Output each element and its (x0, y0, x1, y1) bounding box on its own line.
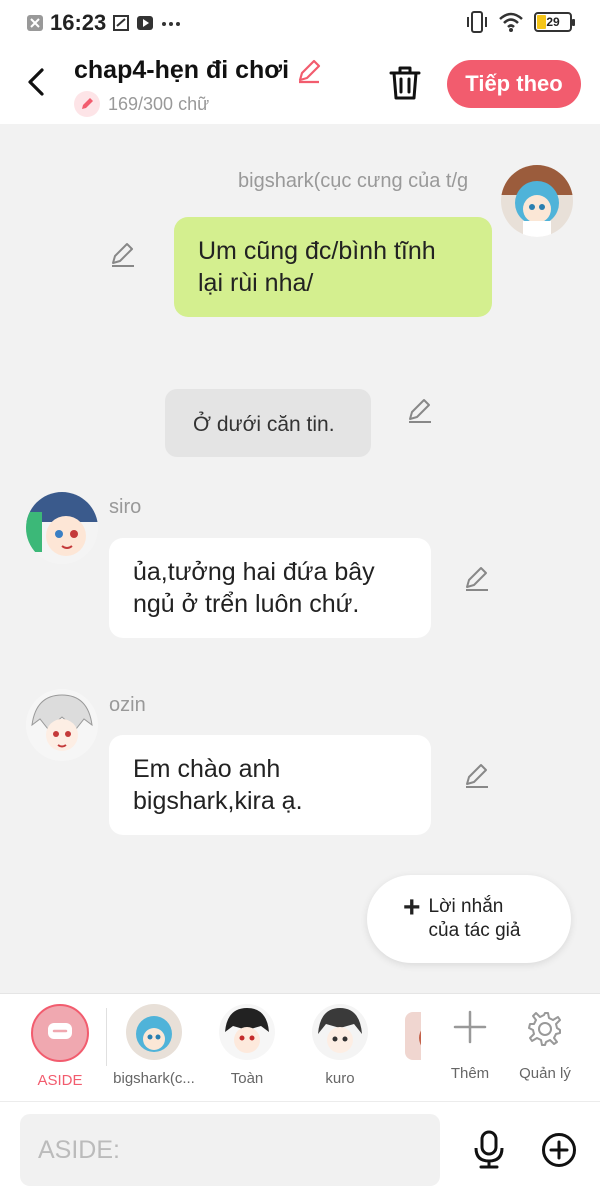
chapter-title[interactable]: chap4-hẹn đi chơi (74, 56, 323, 85)
character-avatar-partial[interactable] (405, 1012, 421, 1060)
add-note-plus-icon: + (403, 891, 421, 924)
chat-bubble-icon (48, 1023, 72, 1039)
aside-avatar (31, 1004, 89, 1062)
manage-button[interactable]: Quản lý (500, 1004, 590, 1082)
plus-icon (453, 1010, 487, 1044)
character-label: kuro (325, 1070, 355, 1087)
speaker-name: ozin (109, 694, 146, 716)
character-label: ASIDE (37, 1072, 83, 1089)
character-kuro[interactable]: kuro (295, 1004, 385, 1087)
character-toan[interactable]: Toàn (202, 1004, 292, 1087)
message-input[interactable] (20, 1114, 440, 1186)
battery-level: 29 (546, 15, 560, 29)
back-arrow-icon[interactable] (22, 64, 52, 100)
character-bigshark[interactable]: bigshark(c... (109, 1004, 199, 1087)
speaker-name: bigshark(cục cưng của t/g (238, 170, 469, 192)
word-count-pen-icon (74, 91, 100, 117)
add-circle-icon[interactable] (541, 1132, 577, 1168)
screenshot-icon (113, 15, 130, 31)
status-bar: 16:23 29 (0, 0, 600, 46)
character-aside[interactable]: ASIDE (15, 1004, 105, 1089)
trash-icon[interactable] (388, 64, 422, 102)
microphone-icon[interactable] (471, 1130, 507, 1170)
edit-message-pencil-icon[interactable] (109, 241, 137, 269)
edit-message-pencil-icon[interactable] (463, 565, 491, 593)
message-bubble[interactable]: ủa,tưởng hai đứa bây ngủ ở trển luôn chứ… (109, 538, 431, 638)
input-bar (0, 1101, 600, 1197)
character-bar: ASIDE bigshark(c... Toàn kuro Thêm Quản … (0, 993, 600, 1101)
notification-x-icon (27, 15, 43, 31)
edit-message-pencil-icon[interactable] (406, 397, 434, 425)
message-bubble[interactable]: Um cũng đc/bình tĩnh lại rùi nha/ (174, 217, 492, 317)
character-divider (106, 1008, 107, 1066)
character-label: bigshark(c... (113, 1070, 195, 1087)
author-note-label: Lời nhắn của tác giả (428, 896, 521, 941)
character-avatar (312, 1004, 368, 1060)
more-dots-icon (162, 22, 181, 26)
avatar-ozin[interactable] (26, 689, 98, 761)
aside-bubble[interactable]: Ở dưới căn tin. (165, 389, 371, 457)
youtube-icon (137, 16, 154, 30)
avatar-siro[interactable] (26, 492, 98, 564)
speaker-name: siro (109, 496, 142, 518)
avatar-bigshark[interactable] (501, 165, 573, 237)
next-button[interactable]: Tiếp theo (447, 60, 581, 108)
author-note-button[interactable]: + Lời nhắn của tác giả (367, 875, 571, 963)
vibrate-icon (467, 11, 487, 33)
battery-indicator: 29 (534, 12, 575, 32)
status-left: 16:23 (26, 10, 182, 36)
chapter-title-text: chap4-hẹn đi chơi (74, 56, 290, 84)
word-count: 169/300 chữ (108, 93, 210, 114)
status-time: 16:23 (50, 10, 107, 35)
edit-message-pencil-icon[interactable] (463, 762, 491, 790)
message-bubble[interactable]: Em chào anh bigshark,kira ạ. (109, 735, 431, 835)
editor-header: chap4-hẹn đi chơi 169/300 chữ Tiếp theo (0, 46, 600, 124)
gear-icon (528, 1012, 561, 1046)
edit-title-pencil-icon[interactable] (295, 57, 323, 85)
word-count-row: 169/300 chữ (74, 91, 323, 117)
status-right: 29 (466, 10, 575, 34)
manage-label: Quản lý (519, 1065, 571, 1082)
wifi-icon (499, 12, 523, 32)
chapter-title-block: chap4-hẹn đi chơi 169/300 chữ (74, 56, 323, 117)
character-avatar (219, 1004, 275, 1060)
character-avatar (126, 1004, 182, 1060)
character-label: Toàn (230, 1070, 264, 1087)
